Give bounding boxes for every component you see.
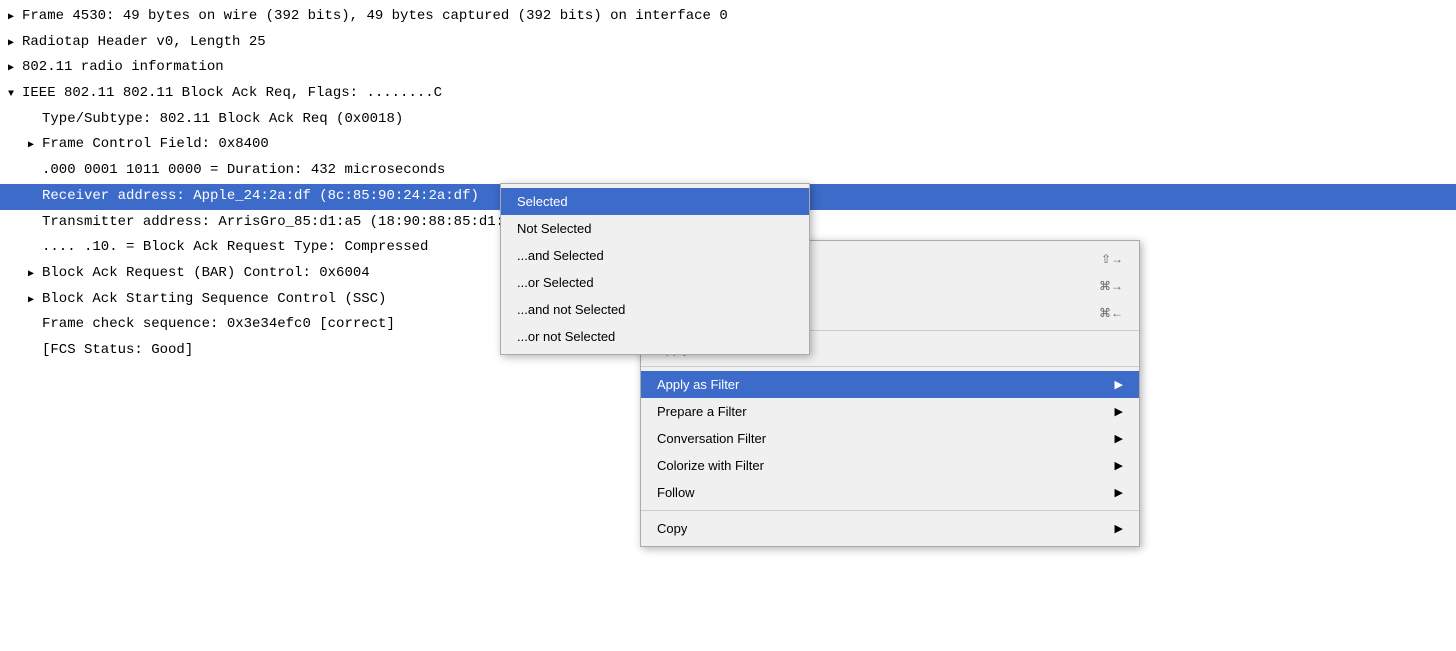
submenu-arrow-copy: ▶ [1115, 522, 1123, 535]
text-row-radiotap: Radiotap Header v0, Length 25 [22, 34, 266, 50]
arrow-row-bar-control: ▶ [28, 267, 42, 283]
menu-label-follow: Follow [657, 485, 695, 500]
packet-detail-panel: ▶ Frame 4530: 49 bytes on wire (392 bits… [0, 0, 1456, 651]
text-row-receiver: Receiver address: Apple_24:2a:df (8c:85:… [42, 188, 479, 204]
row-duration[interactable]: .000 0001 1011 0000 = Duration: 432 micr… [0, 158, 1456, 184]
menu-label-apply-as-filter: Apply as Filter [657, 377, 739, 392]
menu-label-conversation-filter: Conversation Filter [657, 431, 766, 446]
text-row-bar-control: Block Ack Request (BAR) Control: 0x6004 [42, 265, 370, 281]
sep2 [641, 366, 1139, 367]
submenu-item-selected[interactable]: Selected [501, 188, 809, 215]
arrow-row-radio: ▶ [8, 61, 22, 77]
submenu-arrow-conversation-filter: ▶ [1115, 432, 1123, 445]
text-row-fcs-status: [FCS Status: Good] [42, 342, 193, 358]
submenu-apply-as-filter: Selected Not Selected ...and Selected ...or… [500, 183, 810, 355]
arrow-row-ieee: ▼ [8, 87, 22, 103]
text-row-block-ack-type: .... .10. = Block Ack Request Type: Comp… [42, 239, 428, 255]
text-row-frame: Frame 4530: 49 bytes on wire (392 bits),… [22, 8, 728, 24]
submenu-label-or-not-selected: ...or not Selected [517, 329, 615, 344]
submenu-label-not-selected: Not Selected [517, 221, 591, 236]
submenu-item-or-not-selected[interactable]: ...or not Selected [501, 323, 809, 350]
sep3 [641, 510, 1139, 511]
text-row-ieee: IEEE 802.11 802.11 Block Ack Req, Flags:… [22, 85, 442, 101]
row-radiotap[interactable]: ▶ Radiotap Header v0, Length 25 [0, 30, 1456, 56]
submenu-item-and-selected[interactable]: ...and Selected [501, 242, 809, 269]
row-frame[interactable]: ▶ Frame 4530: 49 bytes on wire (392 bits… [0, 4, 1456, 30]
menu-item-colorize-with-filter[interactable]: Colorize with Filter ▶ [641, 452, 1139, 479]
arrow-row-frame: ▶ [8, 10, 22, 26]
menu-item-copy[interactable]: Copy ▶ [641, 515, 1139, 542]
menu-item-conversation-filter[interactable]: Conversation Filter ▶ [641, 425, 1139, 452]
submenu-arrow-colorize-with-filter: ▶ [1115, 459, 1123, 472]
submenu-label-and-not-selected: ...and not Selected [517, 302, 625, 317]
submenu-item-or-selected[interactable]: ...or Selected [501, 269, 809, 296]
submenu-arrow-apply-as-filter: ▶ [1115, 378, 1123, 391]
shortcut-expand-all: ⌘→ [1099, 279, 1123, 293]
submenu-label-and-selected: ...and Selected [517, 248, 604, 263]
text-row-type: Type/Subtype: 802.11 Block Ack Req (0x00… [42, 111, 403, 127]
menu-label-copy: Copy [657, 521, 687, 536]
text-row-ssc: Block Ack Starting Sequence Control (SSC… [42, 291, 386, 307]
text-row-radio: 802.11 radio information [22, 59, 224, 75]
text-row-transmitter: Transmitter address: ArrisGro_85:d1:a5 (… [42, 214, 529, 230]
menu-item-prepare-a-filter[interactable]: Prepare a Filter ▶ [641, 398, 1139, 425]
menu-label-colorize-with-filter: Colorize with Filter [657, 458, 764, 473]
row-fcf[interactable]: ▶ Frame Control Field: 0x8400 [0, 132, 1456, 158]
text-row-fcs: Frame check sequence: 0x3e34efc0 [correc… [42, 316, 395, 332]
menu-item-follow[interactable]: Follow ▶ [641, 479, 1139, 506]
submenu-arrow-follow: ▶ [1115, 486, 1123, 499]
row-ieee[interactable]: ▼ IEEE 802.11 802.11 Block Ack Req, Flag… [0, 81, 1456, 107]
arrow-row-fcf: ▶ [28, 138, 42, 154]
text-row-fcf: Frame Control Field: 0x8400 [42, 136, 269, 152]
menu-item-apply-as-filter[interactable]: Apply as Filter ▶ [641, 371, 1139, 398]
shortcut-collapse-all: ⌘← [1099, 306, 1123, 320]
submenu-label-selected: Selected [517, 194, 568, 209]
row-type[interactable]: Type/Subtype: 802.11 Block Ack Req (0x00… [0, 107, 1456, 133]
text-row-duration: .000 0001 1011 0000 = Duration: 432 micr… [42, 162, 445, 178]
row-radio[interactable]: ▶ 802.11 radio information [0, 55, 1456, 81]
submenu-arrow-prepare-a-filter: ▶ [1115, 405, 1123, 418]
arrow-row-ssc: ▶ [28, 293, 42, 309]
menu-label-prepare-a-filter: Prepare a Filter [657, 404, 747, 419]
submenu-item-not-selected[interactable]: Not Selected [501, 215, 809, 242]
shortcut-expand-subtrees: ⇧→ [1101, 252, 1123, 266]
submenu-label-or-selected: ...or Selected [517, 275, 594, 290]
arrow-row-radiotap: ▶ [8, 36, 22, 52]
submenu-item-and-not-selected[interactable]: ...and not Selected [501, 296, 809, 323]
